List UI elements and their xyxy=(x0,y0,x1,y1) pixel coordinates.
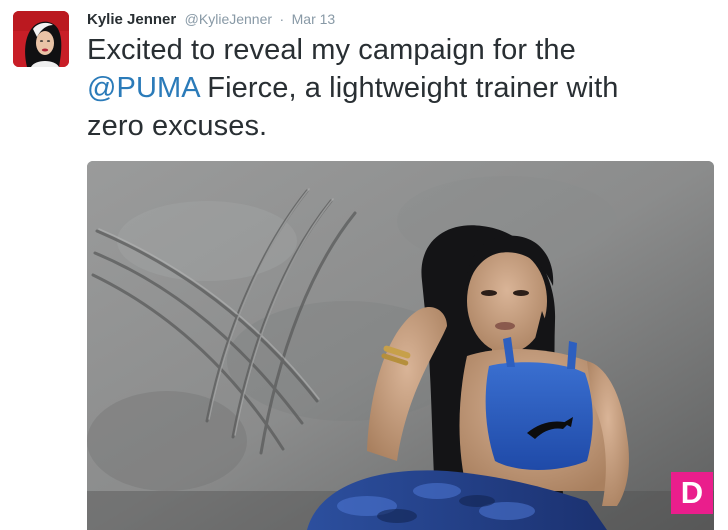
tweet-text: Excited to reveal my campaign for the @P… xyxy=(87,31,707,145)
watermark-letter: D xyxy=(680,475,704,510)
avatar[interactable] xyxy=(13,11,69,67)
tweet-date[interactable]: Mar 13 xyxy=(292,11,336,27)
tweet: Kylie Jenner @KylieJenner · Mar 13 Excit… xyxy=(0,0,728,530)
tweet-text-line3: zero excuses. xyxy=(87,110,268,142)
watermark-badge: D xyxy=(671,472,713,514)
tweet-text-line1: Excited to reveal my campaign for the xyxy=(87,34,576,66)
tweet-header: Kylie Jenner @KylieJenner · Mar 13 xyxy=(87,9,335,29)
photo-image xyxy=(87,161,714,530)
tweet-text-line2: Fierce, a lightweight trainer with xyxy=(199,72,619,104)
separator-dot: · xyxy=(279,11,285,27)
tweet-media-photo[interactable] xyxy=(87,161,714,530)
mention-link[interactable]: @PUMA xyxy=(87,72,199,104)
user-handle[interactable]: @KylieJenner xyxy=(185,11,272,27)
avatar-image xyxy=(13,11,69,67)
display-name[interactable]: Kylie Jenner xyxy=(87,11,176,28)
